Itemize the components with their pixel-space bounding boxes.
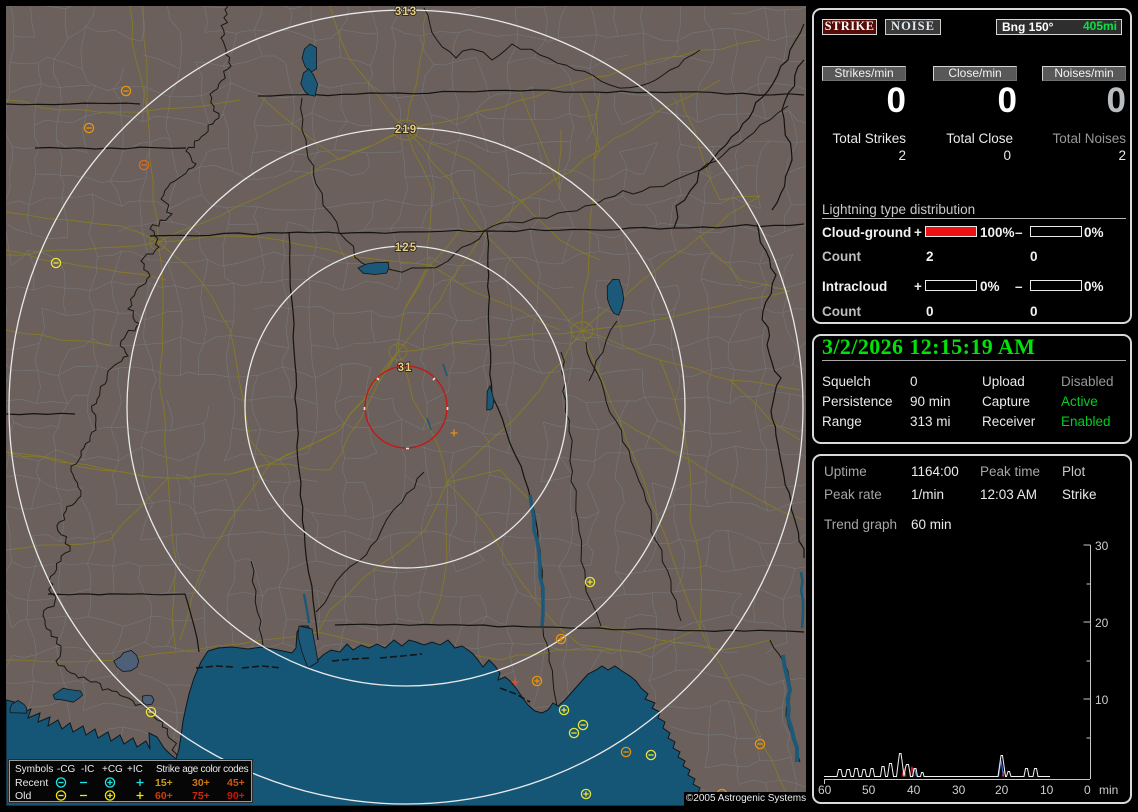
svg-text:min: min	[1099, 783, 1118, 797]
svg-text:-CG: -CG	[57, 764, 76, 775]
svg-text:90+: 90+	[227, 790, 245, 801]
svg-text:125: 125	[395, 242, 417, 254]
svg-text:0: 0	[1084, 783, 1091, 797]
svg-text:60: 60	[818, 783, 832, 797]
svg-text:Old: Old	[15, 790, 32, 801]
svg-text:10: 10	[1040, 783, 1054, 797]
svg-text:20: 20	[1095, 616, 1109, 630]
svg-text:40: 40	[907, 783, 921, 797]
svg-text:+IC: +IC	[127, 764, 143, 775]
svg-text:31: 31	[398, 362, 413, 374]
svg-text:Strike age color codes: Strike age color codes	[156, 764, 249, 775]
svg-text:45+: 45+	[227, 777, 245, 789]
svg-text:30+: 30+	[192, 777, 210, 789]
svg-text:Recent: Recent	[15, 777, 48, 789]
svg-text:313: 313	[395, 6, 417, 18]
svg-text:10: 10	[1095, 693, 1109, 707]
svg-text:-IC: -IC	[81, 764, 94, 775]
svg-text:+CG: +CG	[102, 764, 123, 775]
svg-text:20: 20	[995, 783, 1009, 797]
svg-text:50: 50	[862, 783, 876, 797]
svg-text:219: 219	[395, 124, 417, 136]
svg-text:15+: 15+	[155, 777, 173, 789]
svg-text:Symbols: Symbols	[15, 764, 53, 775]
svg-text:30: 30	[1095, 541, 1109, 553]
svg-text:30: 30	[952, 783, 966, 797]
svg-text:75+: 75+	[192, 790, 210, 801]
svg-text:60+: 60+	[155, 790, 173, 801]
